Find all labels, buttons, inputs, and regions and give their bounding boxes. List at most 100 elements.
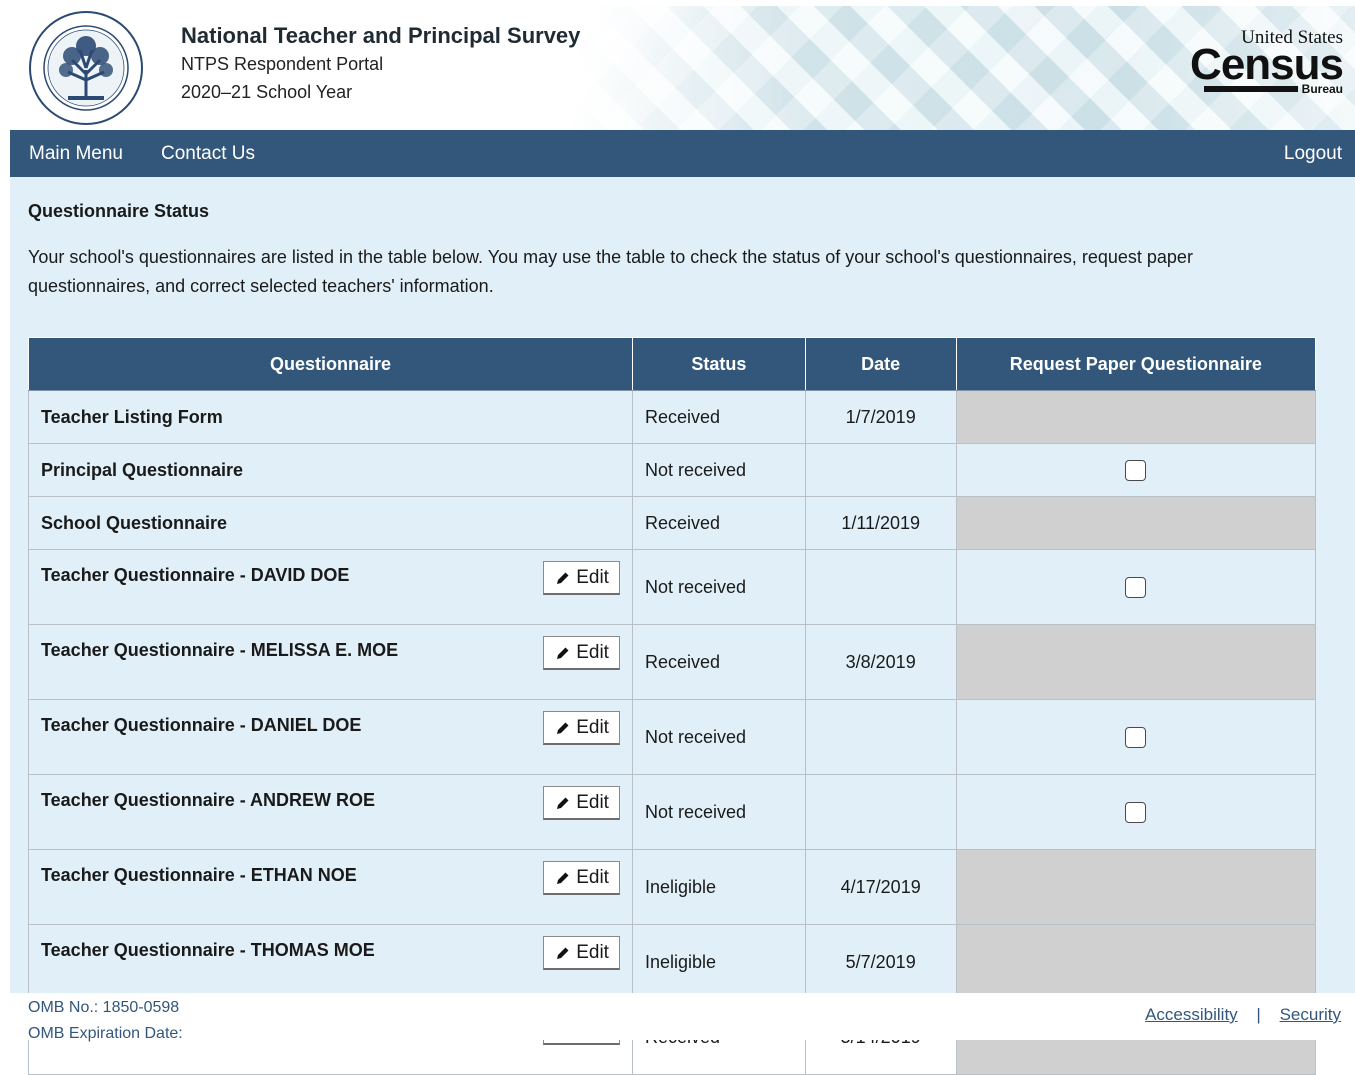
questionnaire-name: Teacher Listing Form bbox=[41, 406, 223, 427]
request-paper-checkbox[interactable] bbox=[1125, 576, 1147, 598]
request-paper-checkbox[interactable] bbox=[1125, 459, 1147, 481]
main-content: Questionnaire Status Your school's quest… bbox=[10, 177, 1355, 1075]
census-bureau-logo: United States Census Bureau bbox=[1190, 27, 1344, 97]
request-paper-cell bbox=[955, 549, 1317, 625]
date-cell: 3/8/2019 bbox=[804, 624, 957, 700]
questionnaire-name: Teacher Questionnaire - ETHAN NOE bbox=[41, 865, 357, 885]
department-of-education-seal bbox=[29, 11, 143, 125]
request-paper-checkbox[interactable] bbox=[1125, 726, 1147, 748]
edit-button-label: Edit bbox=[576, 716, 609, 738]
table-row: Teacher Questionnaire - ANDREW ROE Edit No… bbox=[28, 774, 1317, 850]
intro-text: Your school's questionnaires are listed … bbox=[28, 247, 1193, 296]
status-cell: Not received bbox=[631, 774, 806, 850]
edit-teacher-button[interactable]: Edit bbox=[543, 561, 620, 595]
questionnaire-cell: Teacher Questionnaire - ETHAN NOE Edit bbox=[28, 849, 633, 925]
questionnaire-cell: Teacher Questionnaire - DANIEL DOE Edit bbox=[28, 699, 633, 775]
edit-teacher-button[interactable]: Edit bbox=[543, 936, 620, 970]
school-year: 2020–21 School Year bbox=[181, 82, 353, 102]
pencil-icon bbox=[557, 797, 569, 809]
edit-teacher-button[interactable]: Edit bbox=[543, 786, 620, 820]
questionnaire-cell: Principal Questionnaire bbox=[28, 443, 633, 497]
questionnaire-name: Teacher Questionnaire - MELISSA E. MOE bbox=[41, 640, 399, 660]
table-header-row: Questionnaire Status Date Request Paper … bbox=[28, 337, 1317, 391]
title-block: National Teacher and Principal Survey NT… bbox=[181, 22, 580, 106]
nav-contact-us[interactable]: Contact Us bbox=[161, 143, 255, 165]
page-title: Questionnaire Status bbox=[28, 201, 210, 221]
date-cell bbox=[804, 774, 957, 850]
date-cell: 1/11/2019 bbox=[804, 496, 957, 550]
date-cell: 5/7/2019 bbox=[804, 924, 957, 1000]
footer-separator: | bbox=[1256, 1005, 1261, 1024]
request-paper-cell bbox=[955, 624, 1317, 700]
status-cell: Received bbox=[631, 390, 806, 444]
request-paper-cell bbox=[955, 443, 1317, 497]
portal-name: NTPS Respondent Portal bbox=[181, 54, 384, 74]
nav-main-menu[interactable]: Main Menu bbox=[29, 143, 123, 165]
edit-teacher-button[interactable]: Edit bbox=[543, 711, 620, 745]
questionnaire-cell: Teacher Questionnaire - DAVID DOE Edit bbox=[28, 549, 633, 625]
questionnaire-name: Teacher Questionnaire - DANIEL DOE bbox=[41, 715, 362, 735]
status-cell: Received bbox=[631, 624, 806, 700]
table-row: Teacher Questionnaire - THOMAS MOE Edit In… bbox=[28, 924, 1317, 1000]
questionnaire-name: School Questionnaire bbox=[41, 512, 228, 533]
site-footer: OMB No.: 1850-0598 OMB Expiration Date: … bbox=[10, 993, 1355, 1042]
date-cell: 4/17/2019 bbox=[804, 849, 957, 925]
edit-teacher-button[interactable]: Edit bbox=[543, 861, 620, 895]
table-row: Teacher Questionnaire - MELISSA E. MOE Ed… bbox=[28, 624, 1317, 700]
table-body: Teacher Listing Form Received 1/7/2019 Prin… bbox=[28, 390, 1317, 1075]
accessibility-link[interactable]: Accessibility bbox=[1145, 1005, 1238, 1024]
questionnaire-name: Principal Questionnaire bbox=[41, 459, 244, 480]
pencil-icon bbox=[557, 947, 569, 959]
edit-button-label: Edit bbox=[576, 566, 609, 588]
questionnaire-cell: Teacher Listing Form bbox=[28, 390, 633, 444]
header-request-paper: Request Paper Questionnaire bbox=[955, 337, 1317, 391]
edit-button-label: Edit bbox=[576, 791, 609, 813]
table-row: Teacher Questionnaire - DANIEL DOE Edit No… bbox=[28, 699, 1317, 775]
site-header: National Teacher and Principal Survey NT… bbox=[10, 6, 1355, 130]
request-paper-checkbox[interactable] bbox=[1125, 801, 1147, 823]
request-paper-cell bbox=[955, 496, 1317, 550]
header-date: Date bbox=[804, 337, 957, 391]
omb-number: OMB No.: 1850-0598 bbox=[28, 999, 180, 1016]
edit-teacher-button[interactable]: Edit bbox=[543, 636, 620, 670]
questionnaire-name: Teacher Questionnaire - DAVID DOE bbox=[41, 565, 350, 585]
footer-links: Accessibility | Security bbox=[1145, 1005, 1341, 1025]
request-paper-cell bbox=[955, 924, 1317, 1000]
edit-button-label: Edit bbox=[576, 641, 609, 663]
pencil-icon bbox=[557, 872, 569, 884]
questionnaire-cell: School Questionnaire bbox=[28, 496, 633, 550]
status-cell: Not received bbox=[631, 549, 806, 625]
questionnaire-cell: Teacher Questionnaire - THOMAS MOE Edit bbox=[28, 924, 633, 1000]
questionnaire-status-table: Questionnaire Status Date Request Paper … bbox=[28, 337, 1317, 1075]
date-cell bbox=[804, 699, 957, 775]
request-paper-cell bbox=[955, 849, 1317, 925]
table-row: Teacher Questionnaire - DAVID DOE Edit Not… bbox=[28, 549, 1317, 625]
questionnaire-name: Teacher Questionnaire - THOMAS MOE bbox=[41, 940, 375, 960]
request-paper-cell bbox=[955, 390, 1317, 444]
main-navbar: Main Menu Contact Us Logout bbox=[10, 130, 1355, 177]
date-cell bbox=[804, 549, 957, 625]
logout-link[interactable]: Logout bbox=[1284, 143, 1342, 165]
omb-expiration: OMB Expiration Date: bbox=[28, 1025, 183, 1042]
pencil-icon bbox=[557, 572, 569, 584]
request-paper-cell bbox=[955, 774, 1317, 850]
header-status: Status bbox=[631, 337, 806, 391]
status-cell: Received bbox=[631, 496, 806, 550]
table-row: School Questionnaire Received 1/11/2019 bbox=[28, 496, 1317, 550]
edit-button-label: Edit bbox=[576, 941, 609, 963]
site-title: National Teacher and Principal Survey bbox=[181, 23, 581, 48]
status-cell: Not received bbox=[631, 443, 806, 497]
status-cell: Ineligible bbox=[631, 849, 806, 925]
date-cell: 1/7/2019 bbox=[804, 390, 957, 444]
table-row: Teacher Listing Form Received 1/7/2019 bbox=[28, 390, 1317, 444]
questionnaire-name: Teacher Questionnaire - ANDREW ROE bbox=[41, 790, 376, 810]
pencil-icon bbox=[557, 647, 569, 659]
date-cell bbox=[804, 443, 957, 497]
header-questionnaire: Questionnaire bbox=[28, 337, 633, 391]
security-link[interactable]: Security bbox=[1280, 1005, 1341, 1024]
table-row: Teacher Questionnaire - ETHAN NOE Edit Ine… bbox=[28, 849, 1317, 925]
table-row: Principal Questionnaire Not received bbox=[28, 443, 1317, 497]
request-paper-cell bbox=[955, 699, 1317, 775]
questionnaire-cell: Teacher Questionnaire - MELISSA E. MOE Ed… bbox=[28, 624, 633, 700]
omb-info: OMB No.: 1850-0598 OMB Expiration Date: bbox=[28, 995, 183, 1047]
